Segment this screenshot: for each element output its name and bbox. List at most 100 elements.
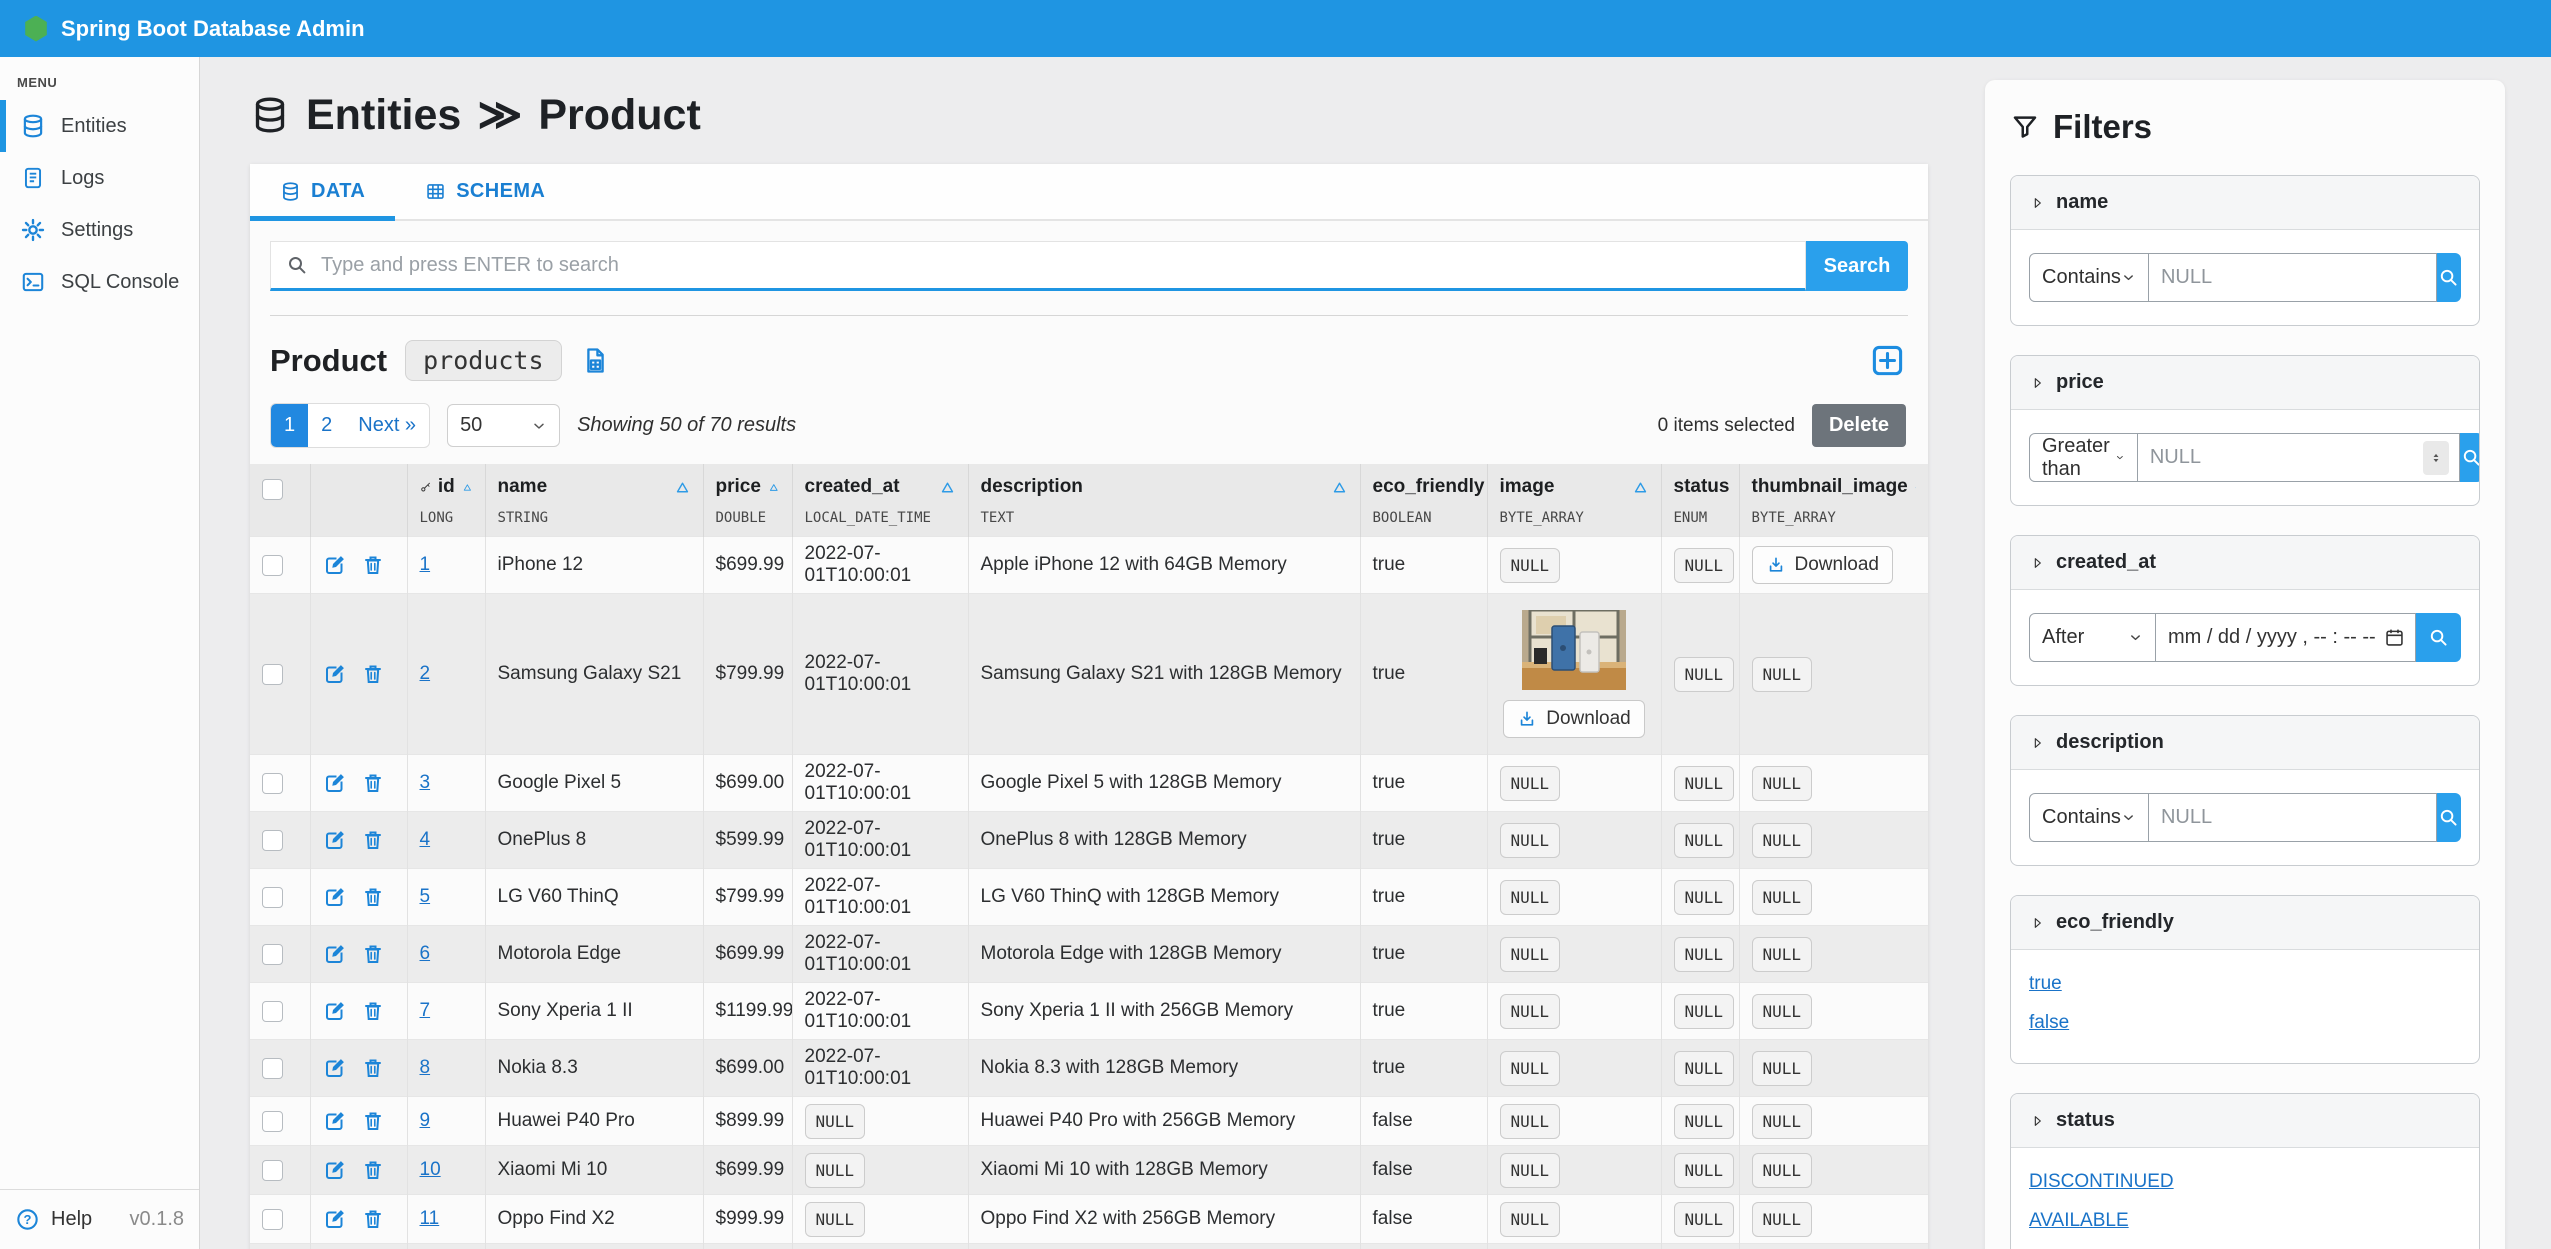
edit-icon[interactable] [323,1109,347,1133]
search-button[interactable]: Search [1806,241,1908,291]
edit-icon[interactable] [323,828,347,852]
cell-name: Sony Xperia 1 II [485,983,703,1040]
search-input[interactable] [309,254,1805,277]
row-checkbox[interactable] [262,944,283,965]
delete-icon[interactable] [361,662,385,686]
delete-icon[interactable] [361,999,385,1023]
row-checkbox[interactable] [262,555,283,576]
download-button[interactable]: Download [1503,700,1645,738]
row-id-link[interactable]: 3 [420,772,431,793]
filter-operator-select[interactable]: After [2029,613,2156,662]
page-1-button[interactable]: 1 [271,404,308,447]
sidebar-item-sql-console[interactable]: SQL Console [0,256,199,308]
row-id-link[interactable]: 6 [420,943,431,964]
null-badge: NULL [1674,937,1735,972]
download-button[interactable]: Download [1752,546,1894,584]
filter-header-status[interactable]: status [2011,1094,2479,1148]
sidebar-item-settings[interactable]: Settings [0,204,199,256]
filter-header-price[interactable]: price [2011,356,2479,410]
delete-icon[interactable] [361,942,385,966]
sort-icon[interactable] [768,479,780,496]
filter-value-input[interactable] [2161,806,2426,829]
row-checkbox[interactable] [262,1209,283,1230]
sort-icon[interactable] [462,479,473,496]
row-id-link[interactable]: 7 [420,1000,431,1021]
row-checkbox[interactable] [262,664,283,685]
export-file-icon[interactable] [580,345,611,376]
delete-icon[interactable] [361,885,385,909]
tab-data[interactable]: DATA [250,164,395,219]
delete-icon[interactable] [361,1109,385,1133]
row-checkbox[interactable] [262,1111,283,1132]
delete-icon[interactable] [361,1207,385,1231]
row-id-link[interactable]: 5 [420,886,431,907]
row-checkbox[interactable] [262,1058,283,1079]
filter-search-button[interactable] [2437,793,2461,842]
page-size-select[interactable]: 50 [447,404,560,447]
sidebar-item-logs[interactable]: Logs [0,152,199,204]
filter-value-input[interactable] [2150,446,2415,469]
next-page-button[interactable]: Next » [345,404,429,447]
add-record-button[interactable] [1869,342,1906,379]
row-id-link[interactable]: 11 [420,1208,440,1229]
edit-icon[interactable] [323,662,347,686]
page-2-button[interactable]: 2 [308,404,345,447]
row-id-link[interactable]: 8 [420,1057,431,1078]
filter-option-true[interactable]: true [2029,973,2461,995]
delete-button[interactable]: Delete [1812,404,1906,447]
number-stepper[interactable] [2423,441,2449,475]
row-id-link[interactable]: 9 [420,1110,431,1131]
edit-icon[interactable] [323,1207,347,1231]
breadcrumb: Entities ≫ Product [250,90,1928,140]
filter-datetime-input[interactable]: mm / dd / yyyy , -- : -- -- [2156,613,2416,662]
select-all-checkbox[interactable] [262,479,283,500]
filter-header-created-at[interactable]: created_at [2011,536,2479,590]
filter-operator-select[interactable]: Contains [2029,793,2149,842]
sort-icon[interactable] [1331,479,1348,496]
filter-option-discontinued[interactable]: DISCONTINUED [2029,1171,2461,1193]
help-label[interactable]: Help [51,1208,92,1231]
edit-icon[interactable] [323,885,347,909]
filter-header-description[interactable]: description [2011,716,2479,770]
delete-icon[interactable] [361,553,385,577]
edit-icon[interactable] [323,942,347,966]
sidebar-item-entities[interactable]: Entities [0,100,199,152]
sort-icon[interactable] [674,479,691,496]
row-checkbox[interactable] [262,887,283,908]
filter-header-name[interactable]: name [2011,176,2479,230]
tab-schema[interactable]: SCHEMA [395,164,575,219]
sidebar: MENU Entities Logs Settings SQL Console … [0,57,200,1249]
sort-icon[interactable] [1632,479,1649,496]
delete-icon[interactable] [361,1056,385,1080]
edit-icon[interactable] [323,553,347,577]
sort-icon[interactable] [1915,479,1916,496]
sort-icon[interactable] [939,479,956,496]
row-id-link[interactable]: 4 [420,829,431,850]
delete-icon[interactable] [361,1158,385,1182]
row-checkbox[interactable] [262,1001,283,1022]
delete-icon[interactable] [361,828,385,852]
filter-value-input[interactable] [2161,266,2426,289]
row-checkbox[interactable] [262,830,283,851]
filter-search-button[interactable] [2416,613,2461,662]
filter-search-button[interactable] [2460,433,2480,482]
calendar-icon[interactable] [2384,627,2405,648]
edit-icon[interactable] [323,1158,347,1182]
filter-header-eco-friendly[interactable]: eco_friendly [2011,896,2479,950]
edit-icon[interactable] [323,771,347,795]
cell-eco-friendly: true [1360,537,1487,594]
row-id-link[interactable]: 10 [420,1159,441,1180]
filter-option-false[interactable]: false [2029,1012,2461,1034]
row-id-link[interactable]: 2 [420,663,431,684]
filter-search-button[interactable] [2437,253,2461,302]
row-checkbox[interactable] [262,1160,283,1181]
filter-operator-select[interactable]: Contains [2029,253,2149,302]
filter-option-available[interactable]: AVAILABLE [2029,1210,2461,1232]
row-checkbox[interactable] [262,773,283,794]
filter-operator-select[interactable]: Greater than [2029,433,2138,482]
row-id-link[interactable]: 1 [420,554,431,575]
delete-icon[interactable] [361,771,385,795]
edit-icon[interactable] [323,999,347,1023]
edit-icon[interactable] [323,1056,347,1080]
help-icon[interactable] [15,1207,40,1232]
